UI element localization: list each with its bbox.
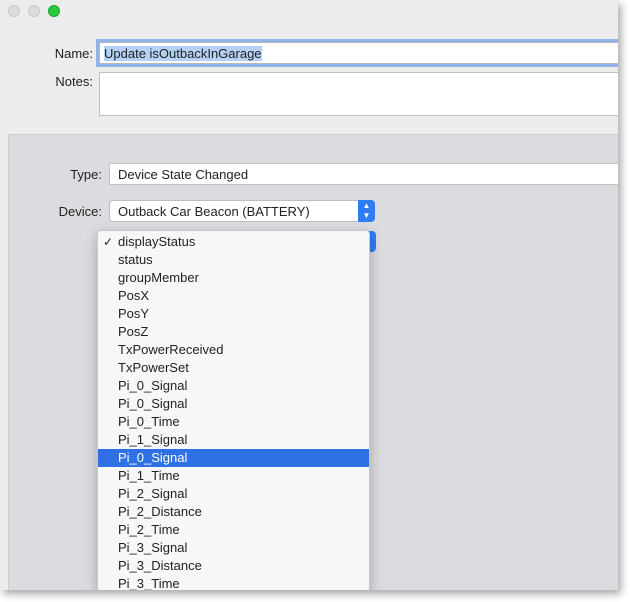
state-menu-item[interactable]: Pi_0_Signal [98,395,369,413]
state-menu-item-label: Pi_0_Signal [118,396,188,411]
state-menu-item-label: TxPowerSet [118,360,189,375]
state-menu-item[interactable]: Pi_0_Signal [98,449,369,467]
state-menu-item[interactable]: groupMember [98,269,369,287]
state-menu-item[interactable]: Pi_1_Signal [98,431,369,449]
state-menu-item[interactable]: ✓ displayStatus [98,233,369,251]
state-menu-item-label: Pi_0_Signal [118,378,188,393]
minimize-window-button[interactable] [28,5,40,17]
state-menu-item-label: displayStatus [118,234,196,249]
state-menu-item[interactable]: status [98,251,369,269]
state-menu-item[interactable]: Pi_0_Time [98,413,369,431]
state-menu-item-label: Pi_2_Distance [118,504,202,519]
state-menu-item[interactable]: Pi_1_Time [98,467,369,485]
title-bar [0,0,618,24]
state-menu-item-label: Pi_3_Signal [118,540,188,555]
state-menu-item-label: groupMember [118,270,199,285]
state-menu-item[interactable]: Pi_3_Time [98,575,369,590]
notes-field[interactable] [99,72,618,116]
device-label: Device: [58,204,102,219]
checkmark-icon: ✓ [103,235,114,249]
state-menu-item-label: Pi_1_Time [118,468,180,483]
notes-label: Notes: [55,74,93,89]
state-menu-item[interactable]: PosX [98,287,369,305]
zoom-window-button[interactable] [48,5,60,17]
state-dropdown-menu: ✓ displayStatus status groupMember PosX PosY P… [97,230,370,590]
state-menu-item-label: Pi_2_Time [118,522,180,537]
state-menu-item-label: PosZ [118,324,149,339]
state-menu-item-label: Pi_1_Signal [118,432,188,447]
state-menu-item[interactable]: TxPowerSet [98,359,369,377]
device-popup-stepper-icon: ▲ ▼ [358,200,375,222]
state-menu-item[interactable]: Pi_3_Distance [98,557,369,575]
trigger-edit-window: Name: Update isOutbackInGarage Notes: Ty… [0,0,618,590]
device-popup-value: Outback Car Beacon (BATTERY) [118,204,310,219]
state-menu-item[interactable]: Pi_2_Distance [98,503,369,521]
state-menu-item[interactable]: Pi_3_Signal [98,539,369,557]
name-label: Name: [54,46,93,61]
state-menu-item-label: status [118,252,153,267]
state-menu-item-label: PosY [118,306,150,321]
state-menu-item-label: Pi_0_Signal [118,450,188,465]
state-menu-item[interactable]: PosY [98,305,369,323]
device-popup[interactable]: Outback Car Beacon (BATTERY) ▲ ▼ [109,200,375,222]
name-field-value: Update isOutbackInGarage [104,46,262,61]
state-menu-item-label: PosX [118,288,150,303]
state-menu-item[interactable]: Pi_0_Signal [98,377,369,395]
state-menu-item[interactable]: PosZ [98,323,369,341]
type-label: Type: [70,167,102,182]
close-window-button[interactable] [8,5,20,17]
name-field[interactable]: Update isOutbackInGarage [99,42,618,64]
state-menu-item-label: Pi_3_Time [118,576,180,590]
state-menu-item[interactable]: TxPowerReceived [98,341,369,359]
state-menu-item-label: Pi_0_Time [118,414,180,429]
state-menu-item-label: Pi_3_Distance [118,558,202,573]
type-field[interactable]: Device State Changed [109,163,618,185]
state-menu-item-label: TxPowerReceived [118,342,224,357]
state-menu-item[interactable]: Pi_2_Time [98,521,369,539]
state-menu-item[interactable]: Pi_2_Signal [98,485,369,503]
state-menu-item-label: Pi_2_Signal [118,486,188,501]
